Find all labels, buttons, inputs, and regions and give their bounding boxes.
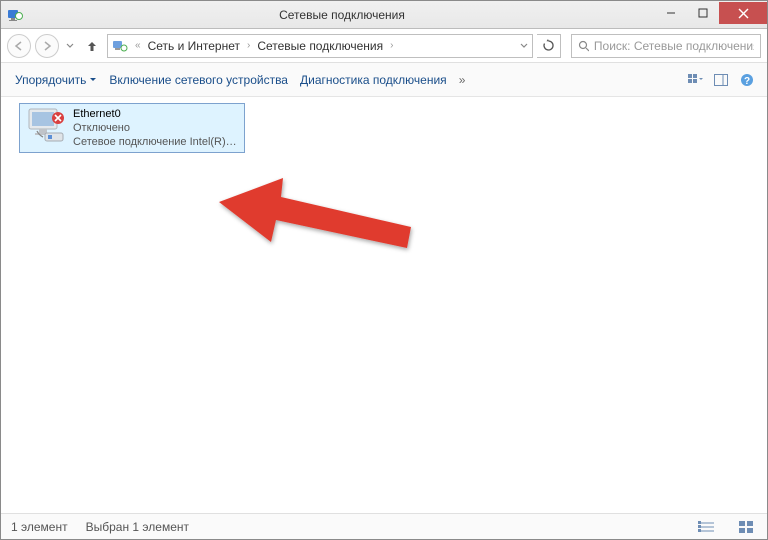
organize-button[interactable]: Упорядочить: [9, 69, 103, 91]
item-count: 1 элемент: [11, 520, 68, 534]
title-bar: Сетевые подключения: [1, 1, 767, 29]
app-icon: [7, 7, 23, 23]
connection-name: Ethernet0: [73, 107, 239, 121]
enable-device-button[interactable]: Включение сетевого устройства: [103, 69, 294, 91]
arrow-right-icon: [41, 40, 53, 52]
large-icons-view-icon: [739, 521, 753, 533]
back-button[interactable]: [7, 34, 31, 58]
search-input[interactable]: [594, 39, 754, 53]
window-title: Сетевые подключения: [29, 8, 655, 22]
breadcrumb-network[interactable]: Сеть и Интернет: [148, 39, 240, 53]
chevron-down-icon: [66, 42, 74, 50]
selection-count: Выбран 1 элемент: [86, 520, 189, 534]
explorer-window: Сетевые подключения: [0, 0, 768, 540]
network-adapter-icon: [25, 107, 67, 147]
preview-pane-icon: [714, 74, 728, 86]
chevron-right-icon[interactable]: ›: [387, 40, 396, 51]
arrow-up-icon: [85, 39, 99, 53]
view-icon: [687, 73, 703, 87]
minimize-button[interactable]: [655, 2, 687, 24]
diagnose-label: Диагностика подключения: [300, 73, 447, 87]
connection-status: Отключено: [73, 121, 239, 135]
organize-label: Упорядочить: [15, 73, 86, 87]
overflow-button[interactable]: »: [453, 73, 472, 87]
details-view-button[interactable]: [695, 518, 717, 536]
refresh-button[interactable]: [537, 34, 561, 58]
annotation-arrow: [211, 172, 431, 262]
content-area[interactable]: Ethernet0 Отключено Сетевое подключение …: [1, 97, 767, 513]
connection-text: Ethernet0 Отключено Сетевое подключение …: [73, 107, 239, 149]
network-connections-icon: [112, 38, 128, 54]
enable-device-label: Включение сетевого устройства: [109, 73, 288, 87]
help-icon: ?: [740, 73, 754, 87]
forward-button[interactable]: [35, 34, 59, 58]
details-view-icon: [698, 521, 714, 533]
recent-locations-button[interactable]: [63, 34, 77, 58]
connection-description: Сетевое подключение Intel(R) 8...: [73, 135, 239, 149]
search-box[interactable]: [571, 34, 761, 58]
arrow-left-icon: [13, 40, 25, 52]
diagnose-button[interactable]: Диагностика подключения: [294, 69, 453, 91]
close-button[interactable]: [719, 2, 767, 24]
window-controls: [655, 5, 767, 24]
up-button[interactable]: [81, 35, 103, 57]
chevron-down-icon: [520, 42, 528, 50]
svg-text:?: ?: [744, 76, 750, 87]
refresh-icon: [542, 39, 555, 52]
status-bar: 1 элемент Выбран 1 элемент: [1, 513, 767, 539]
preview-pane-button[interactable]: [709, 69, 733, 91]
nav-bar: « Сеть и Интернет › Сетевые подключения …: [1, 29, 767, 63]
maximize-button[interactable]: [687, 2, 719, 24]
address-dropdown-button[interactable]: [520, 39, 528, 53]
breadcrumb-connections[interactable]: Сетевые подключения: [257, 39, 383, 53]
breadcrumb-separator-icon: «: [132, 40, 144, 51]
dropdown-arrow-icon: [89, 76, 97, 84]
address-bar[interactable]: « Сеть и Интернет › Сетевые подключения …: [107, 34, 533, 58]
large-icons-view-button[interactable]: [735, 518, 757, 536]
connection-item-ethernet0[interactable]: Ethernet0 Отключено Сетевое подключение …: [19, 103, 245, 153]
view-options-button[interactable]: [683, 69, 707, 91]
search-icon: [578, 40, 589, 52]
command-bar: Упорядочить Включение сетевого устройств…: [1, 63, 767, 97]
chevron-right-icon[interactable]: ›: [244, 40, 253, 51]
help-button[interactable]: ?: [735, 69, 759, 91]
